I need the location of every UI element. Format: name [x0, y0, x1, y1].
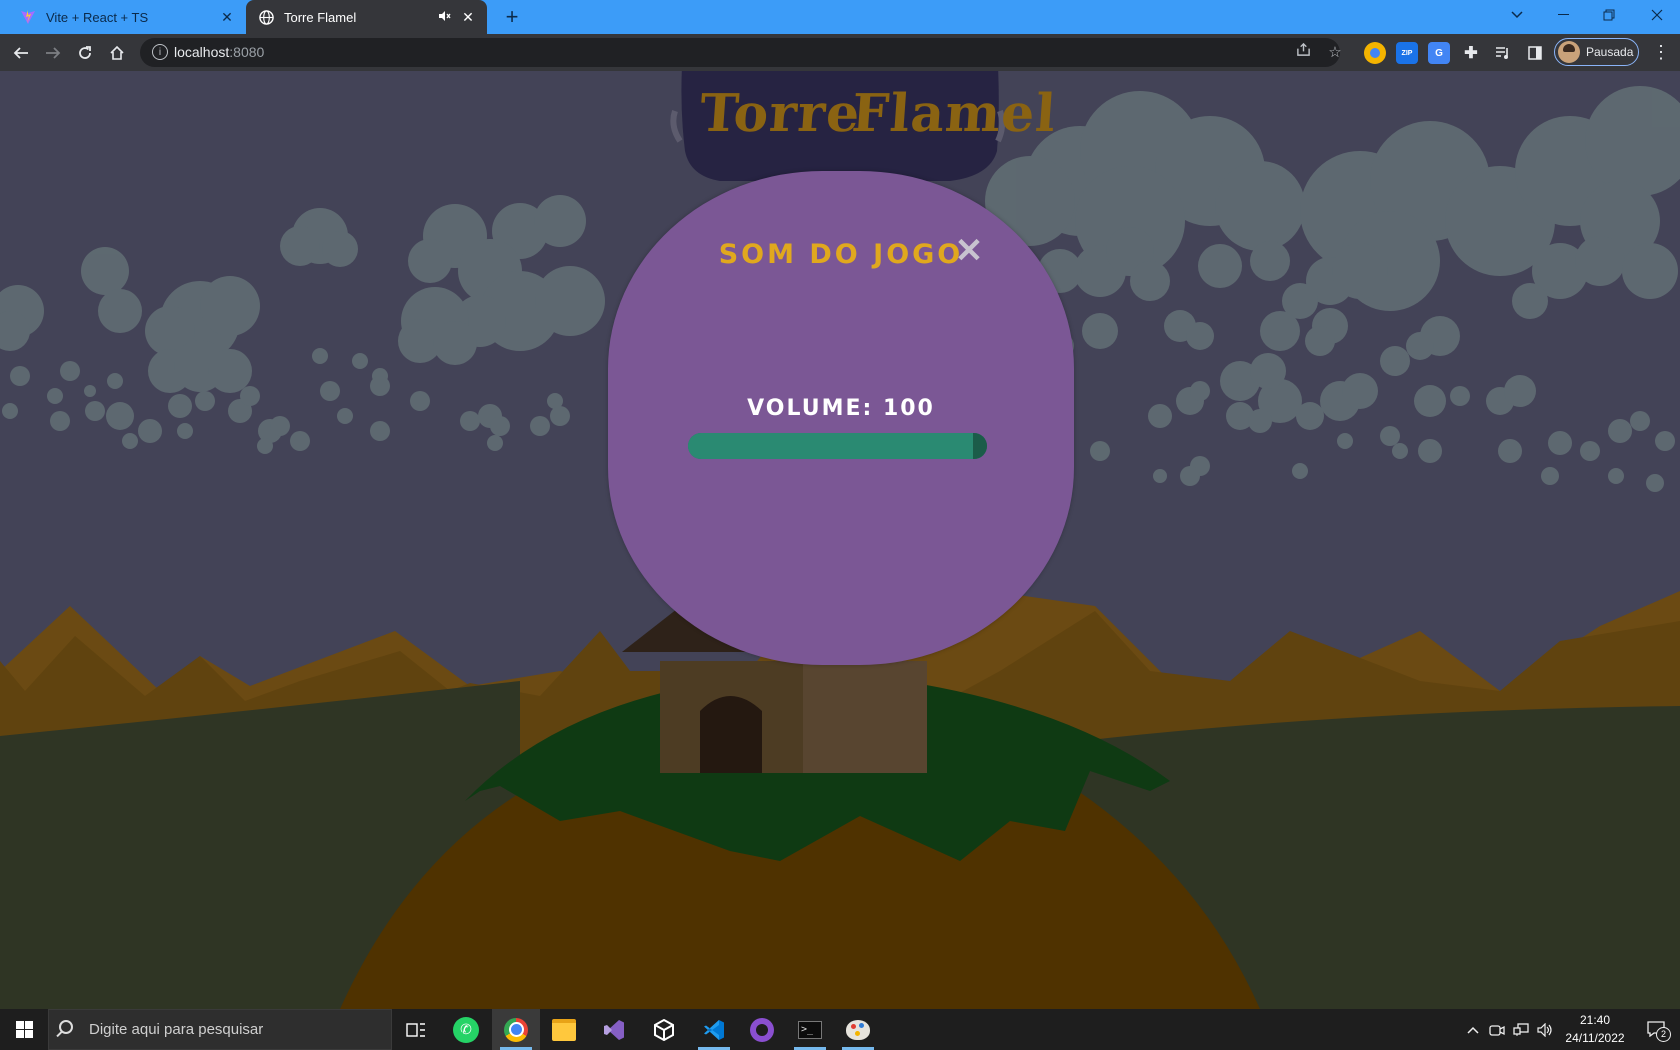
tab-title: Vite + React + TS — [46, 9, 149, 25]
avatar — [1558, 41, 1580, 63]
volume-slider-thumb[interactable] — [973, 433, 987, 459]
clock-date: 24/11/2022 — [1565, 1031, 1625, 1045]
profile-label: Pausada — [1586, 45, 1634, 59]
task-view-icon[interactable] — [392, 1009, 440, 1050]
volume-slider[interactable] — [688, 433, 987, 459]
translate-icon[interactable]: G — [1428, 42, 1450, 64]
url-host: localhost — [174, 44, 230, 60]
unity-icon[interactable] — [640, 1009, 688, 1050]
zip-extension-icon[interactable]: ZIP — [1396, 42, 1418, 64]
globe-icon — [258, 9, 274, 25]
notification-center-icon[interactable]: 2 — [1640, 1009, 1674, 1050]
notification-count: 2 — [1656, 1026, 1671, 1042]
network-icon[interactable] — [1510, 1009, 1532, 1050]
media-controls-icon[interactable] — [1492, 42, 1514, 64]
new-tab-button[interactable]: + — [500, 5, 524, 29]
show-hidden-icons-icon[interactable] — [1462, 1009, 1484, 1050]
reload-button[interactable] — [70, 34, 100, 71]
windows-taskbar: Digite aqui para pesquisar ✆ >_ 21:40 24… — [0, 1009, 1680, 1050]
tab-vite-react[interactable]: Vite + React + TS ✕ — [8, 0, 246, 34]
restore-button[interactable] — [1586, 0, 1632, 30]
tab-mute-icon[interactable] — [435, 10, 453, 25]
panel-title-text: SOM DO JOGO — [718, 239, 964, 270]
side-panel-icon[interactable] — [1524, 42, 1546, 64]
system-clock[interactable]: 21:40 24/11/2022 — [1552, 1011, 1638, 1047]
extensions-puzzle-icon[interactable]: ✚ — [1460, 42, 1482, 64]
start-button[interactable] — [0, 1009, 48, 1050]
paint-icon[interactable] — [834, 1009, 882, 1050]
game-logo-word-1: Torre — [697, 83, 863, 144]
minimize-button[interactable] — [1540, 0, 1586, 30]
clock-time: 21:40 — [1579, 1013, 1611, 1027]
game-logo-word-2: Flamel — [849, 83, 1059, 144]
windows-logo-icon — [15, 1021, 33, 1038]
vscode-icon[interactable] — [690, 1009, 738, 1050]
url-port: :8080 — [229, 44, 265, 60]
address-url[interactable]: localhost:8080 — [174, 44, 264, 60]
address-bar[interactable]: i localhost:8080 ☆ — [140, 38, 1342, 67]
tab-close-icon[interactable]: ✕ — [459, 9, 477, 26]
tower-door — [700, 696, 762, 773]
extension-icon[interactable] — [1364, 42, 1386, 64]
whatsapp-icon[interactable]: ✆ — [442, 1009, 490, 1050]
visual-studio-icon[interactable] — [590, 1009, 638, 1050]
tab-close-icon[interactable]: ✕ — [218, 9, 236, 26]
more-menu-icon[interactable]: ⋮ — [1646, 34, 1676, 71]
chrome-icon[interactable] — [492, 1009, 540, 1050]
search-placeholder: Digite aqui para pesquisar — [89, 1021, 264, 1038]
terminal-icon[interactable]: >_ — [786, 1009, 834, 1050]
bookmark-star-icon[interactable]: ☆ — [1324, 42, 1346, 64]
search-icon — [59, 1020, 73, 1034]
volume-label: VOLUME: 100 — [747, 396, 935, 421]
home-button[interactable] — [102, 34, 132, 71]
sound-settings-panel: SOM DO JOGO ✕ VOLUME: 100 — [608, 171, 1074, 665]
volume-slider-fill — [688, 433, 980, 459]
taskbar-search-box[interactable]: Digite aqui para pesquisar — [48, 1009, 392, 1050]
file-explorer-icon[interactable] — [540, 1009, 588, 1050]
tab-search-icon[interactable] — [1494, 0, 1540, 30]
browser-tab-strip: Vite + React + TS ✕ Torre Flamel ✕ + — [0, 0, 1680, 34]
share-icon[interactable] — [1292, 42, 1314, 64]
tower-right-wall — [803, 661, 927, 773]
profile-button[interactable]: Pausada — [1554, 38, 1639, 66]
close-window-button[interactable] — [1634, 0, 1680, 30]
tab-title: Torre Flamel — [284, 9, 357, 25]
close-icon[interactable]: ✕ — [954, 231, 984, 271]
back-button[interactable] — [6, 34, 36, 71]
panel-title: SOM DO JOGO — [608, 239, 1074, 270]
site-info-icon[interactable]: i — [152, 44, 168, 60]
browser-toolbar: i localhost:8080 ☆ ZIP G ✚ Pausada ⋮ — [0, 34, 1680, 71]
github-desktop-icon[interactable] — [738, 1009, 786, 1050]
tab-torre-flamel[interactable]: Torre Flamel ✕ — [246, 0, 487, 34]
game-viewport: Torre Flamel SOM DO JOGO ✕ VOLUME: 100 — [0, 71, 1680, 1009]
meet-now-icon[interactable] — [1486, 1009, 1508, 1050]
forward-button[interactable] — [38, 34, 68, 71]
vite-icon — [20, 9, 36, 25]
